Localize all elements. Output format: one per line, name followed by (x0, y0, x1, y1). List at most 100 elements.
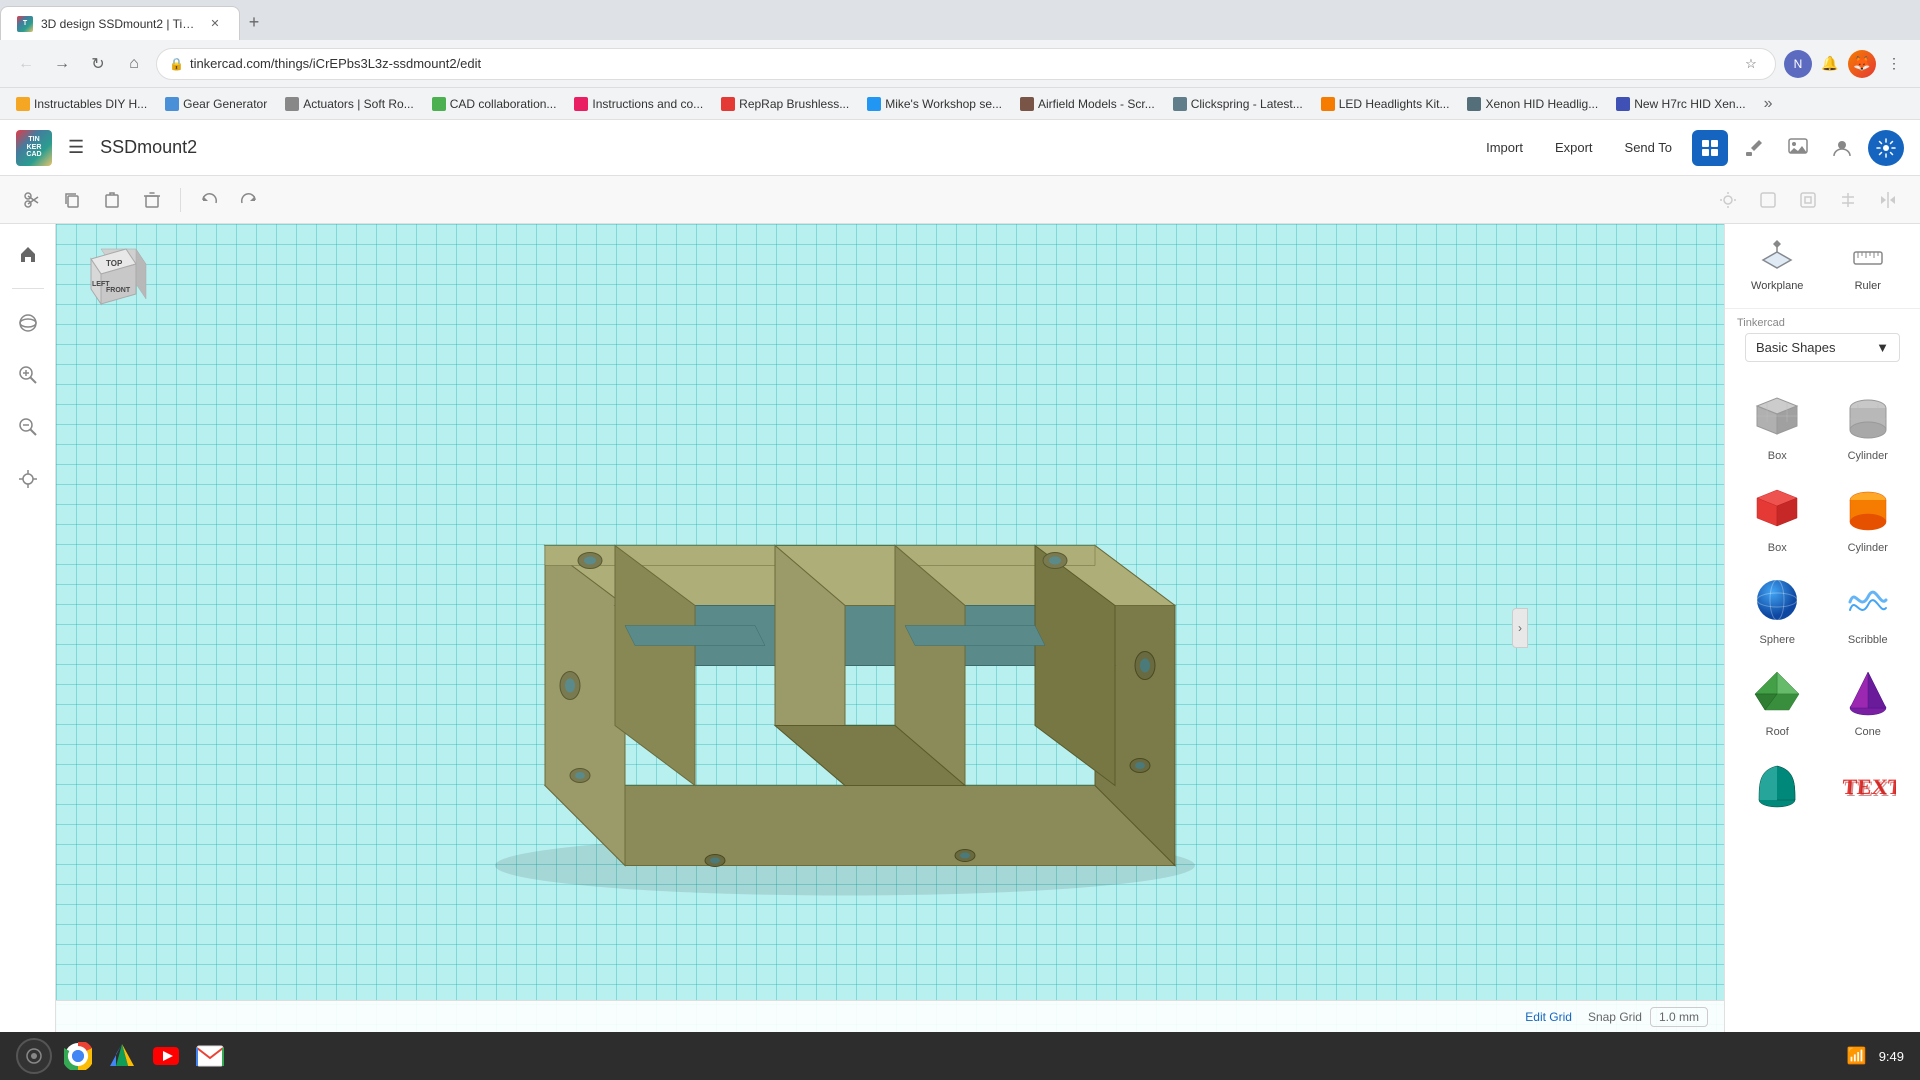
toolbar-right (1712, 184, 1904, 216)
paste-button[interactable] (96, 184, 128, 216)
shapes-grid: Box (1725, 374, 1920, 828)
taskbar-drive-button[interactable] (104, 1038, 140, 1074)
taskbar-gmail-button[interactable] (192, 1038, 228, 1074)
firefox-button[interactable]: 🦊 (1848, 50, 1876, 78)
menu-button[interactable]: ⋮ (1880, 50, 1908, 78)
shape-scribble-label: Scribble (1848, 634, 1888, 646)
workplane-button[interactable]: Workplane (1733, 232, 1822, 300)
bookmark-favicon (1020, 97, 1034, 111)
bookmark-favicon (1467, 97, 1481, 111)
header-right-actions: Import Export Send To (1474, 130, 1904, 166)
back-button[interactable]: ← (12, 50, 40, 78)
active-tab[interactable]: T 3D design SSDmount2 | Tinker... ✕ (0, 6, 240, 40)
toolbar-separator-1 (180, 188, 181, 212)
bookmark-star-button[interactable]: ☆ (1739, 52, 1763, 76)
gallery-button[interactable] (1780, 130, 1816, 166)
shape-scribble[interactable]: Scribble (1824, 562, 1913, 652)
bookmark-clickspring[interactable]: Clickspring - Latest... (1165, 93, 1311, 115)
shape-cone-purple[interactable]: Cone (1824, 654, 1913, 744)
bookmark-instructables[interactable]: Instructables DIY H... (8, 93, 155, 115)
shapes-category-label: Basic Shapes (1756, 340, 1836, 355)
bookmark-instructions[interactable]: Instructions and co... (566, 93, 711, 115)
grid-view-button[interactable] (1692, 130, 1728, 166)
light-icon[interactable] (1712, 184, 1744, 216)
ruler-button[interactable]: Ruler (1824, 232, 1913, 300)
bookmark-airfield[interactable]: Airfield Models - Scr... (1012, 93, 1163, 115)
bookmark-label: Actuators | Soft Ro... (303, 97, 414, 111)
shape-visual-cylinder-grey (1838, 386, 1898, 446)
bookmark-label: Instructions and co... (592, 97, 703, 111)
taskbar: 📶 9:49 (0, 1032, 1920, 1080)
shape-roof-green[interactable]: Roof (1733, 654, 1822, 744)
home-button[interactable]: ⌂ (120, 50, 148, 78)
home-nav-button[interactable] (10, 236, 46, 272)
bookmark-h7rc[interactable]: New H7rc HID Xen... (1608, 93, 1753, 115)
settings-button[interactable] (1868, 130, 1904, 166)
notifications-button[interactable]: 🔔 (1816, 50, 1844, 78)
more-bookmarks-button[interactable]: » (1756, 91, 1781, 117)
url-bar[interactable]: 🔒 tinkercad.com/things/iCrEPbs3L3z-ssdmo… (156, 48, 1776, 80)
panel-collapse-toggle[interactable]: › (1512, 608, 1528, 648)
shape-tool-1[interactable] (1752, 184, 1784, 216)
orbit-button[interactable] (10, 305, 46, 341)
bookmark-gear-generator[interactable]: Gear Generator (157, 93, 275, 115)
viewport-status-bar: Edit Grid Snap Grid 1.0 mm (56, 1000, 1724, 1032)
shapes-category-dropdown[interactable]: Basic Shapes ▼ (1745, 333, 1900, 362)
shape-cylinder-orange[interactable]: Cylinder (1824, 470, 1913, 560)
delete-button[interactable] (136, 184, 168, 216)
shape-teal-dome[interactable] (1733, 746, 1822, 824)
edit-grid-label[interactable]: Edit Grid (1525, 1010, 1572, 1024)
undo-button[interactable] (193, 184, 225, 216)
zoom-in-button[interactable] (10, 357, 46, 393)
viewport[interactable]: TOP LEFT FRONT (56, 224, 1724, 1032)
bookmark-label: CAD collaboration... (450, 97, 557, 111)
taskbar-youtube-button[interactable] (148, 1038, 184, 1074)
shape-cylinder-grey[interactable]: Cylinder (1824, 378, 1913, 468)
mirror-tool[interactable] (1872, 184, 1904, 216)
bookmark-cad-collab[interactable]: CAD collaboration... (424, 93, 565, 115)
tools-button[interactable] (1736, 130, 1772, 166)
shape-box-red[interactable]: Box (1733, 470, 1822, 560)
account-button[interactable] (1824, 130, 1860, 166)
shape-visual-scribble (1838, 570, 1898, 630)
shape-visual-roof-green (1747, 662, 1807, 722)
shape-tool-2[interactable] (1792, 184, 1824, 216)
align-tool[interactable] (1832, 184, 1864, 216)
bookmark-led-headlights[interactable]: LED Headlights Kit... (1313, 93, 1458, 115)
bookmark-mikes-workshop[interactable]: Mike's Workshop se... (859, 93, 1010, 115)
shape-visual-box-grey (1747, 386, 1807, 446)
reload-button[interactable]: ↻ (84, 50, 112, 78)
fit-view-button[interactable] (10, 461, 46, 497)
hamburger-menu-icon[interactable]: ☰ (68, 137, 84, 158)
bookmark-favicon (574, 97, 588, 111)
address-bar: ← → ↻ ⌂ 🔒 tinkercad.com/things/iCrEPbs3L… (0, 40, 1920, 88)
cut-button[interactable] (16, 184, 48, 216)
shape-box-grey[interactable]: Box (1733, 378, 1822, 468)
shape-sphere-blue[interactable]: Sphere (1733, 562, 1822, 652)
snap-grid-control: Snap Grid 1.0 mm (1588, 1007, 1708, 1027)
import-button[interactable]: Import (1474, 134, 1535, 161)
bookmark-label: Mike's Workshop se... (885, 97, 1002, 111)
bookmark-xenon[interactable]: Xenon HID Headlig... (1459, 93, 1606, 115)
view-cube[interactable]: TOP LEFT FRONT (76, 244, 146, 314)
tab-title: 3D design SSDmount2 | Tinker... (41, 17, 199, 31)
taskbar-chrome-button[interactable] (60, 1038, 96, 1074)
bookmarks-bar: Instructables DIY H... Gear Generator Ac… (0, 88, 1920, 120)
snap-grid-value[interactable]: 1.0 mm (1650, 1007, 1708, 1027)
bookmark-favicon (1616, 97, 1630, 111)
export-button[interactable]: Export (1543, 134, 1605, 161)
copy-button[interactable] (56, 184, 88, 216)
extensions-button[interactable]: N (1784, 50, 1812, 78)
new-tab-button[interactable]: + (240, 8, 268, 36)
bookmark-label: New H7rc HID Xen... (1634, 97, 1745, 111)
zoom-out-button[interactable] (10, 409, 46, 445)
forward-button[interactable]: → (48, 50, 76, 78)
bookmark-actuators[interactable]: Actuators | Soft Ro... (277, 93, 422, 115)
tab-close-button[interactable]: ✕ (207, 16, 223, 32)
shape-cone-label: Cone (1855, 726, 1881, 738)
redo-button[interactable] (233, 184, 265, 216)
shape-text-red[interactable]: TEXT TEXT (1824, 746, 1913, 824)
taskbar-record-button[interactable] (16, 1038, 52, 1074)
bookmark-reprap[interactable]: RepRap Brushless... (713, 93, 857, 115)
send-to-button[interactable]: Send To (1613, 134, 1684, 161)
